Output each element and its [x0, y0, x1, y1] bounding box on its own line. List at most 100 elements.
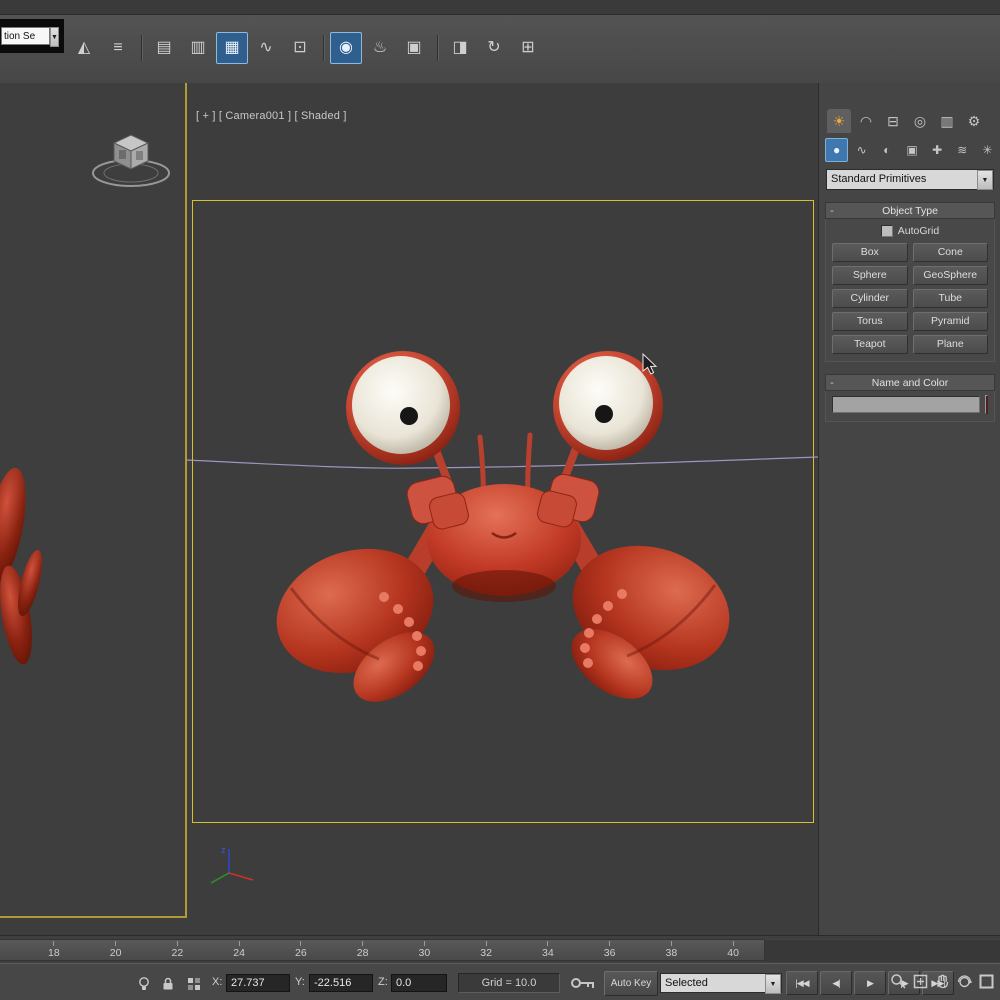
render-setup-icon[interactable]: ♨ — [364, 32, 396, 64]
render-production-icon[interactable]: ◨ — [444, 32, 476, 64]
zoom-icon[interactable] — [889, 972, 908, 991]
frame-tick — [238, 941, 240, 946]
tab-create[interactable]: ☀ — [827, 109, 851, 133]
frame-label: 20 — [109, 947, 122, 959]
category-systems-icon[interactable]: ✳ — [976, 138, 999, 162]
zoom-extents-icon[interactable] — [911, 972, 930, 991]
auto-key-button[interactable]: Auto Key — [604, 971, 658, 996]
crab-model[interactable] — [260, 351, 745, 716]
category-cameras-icon[interactable]: ▣ — [900, 138, 923, 162]
layer-manager-icon[interactable]: ▤ — [148, 32, 180, 64]
set-key-icon[interactable] — [570, 973, 596, 992]
selection-lock-icon[interactable] — [158, 974, 177, 993]
x-coordinate-field[interactable]: 27.737 — [226, 974, 290, 992]
chevron-down-icon[interactable]: ▼ — [765, 974, 781, 994]
sphere-button[interactable]: Sphere — [832, 266, 908, 285]
ribbon-toggle-icon[interactable]: ▦ — [216, 32, 248, 64]
align-icon[interactable]: ≡ — [102, 32, 134, 64]
frame-label: 26 — [295, 947, 307, 959]
command-panel: ☀ ◠ ⊟ ◎ ▥ ⚙ ● ∿ ◐ ▣ ✚ ≋ ✳ Standard Primi… — [818, 83, 1000, 935]
time-ruler[interactable]: 18 20 22 24 26 28 30 32 34 36 38 40 — [0, 939, 765, 961]
frame-label: 36 — [603, 947, 616, 959]
tube-button[interactable]: Tube — [912, 289, 988, 308]
curve-editor-icon[interactable]: ∿ — [250, 32, 282, 64]
rollout-object-type-header[interactable]: - Object Type — [825, 202, 995, 219]
grid-size-readout: Grid = 10.0 — [458, 973, 560, 993]
primitive-category-dropdown[interactable]: Standard Primitives ▼ — [826, 169, 994, 190]
tab-hierarchy[interactable]: ⊟ — [881, 109, 905, 133]
tab-modify[interactable]: ◠ — [854, 109, 878, 133]
chevron-down-icon[interactable]: ▼ — [977, 170, 993, 190]
plane-button[interactable]: Plane — [912, 335, 988, 354]
mirror-icon[interactable]: ◭ — [68, 32, 100, 64]
named-selection-set-combo[interactable]: ▼ — [1, 27, 59, 47]
collapse-icon[interactable]: - — [826, 377, 838, 389]
frame-tick — [609, 941, 611, 946]
z-coordinate-field[interactable]: 0.0 — [391, 974, 447, 992]
left-viewport[interactable] — [0, 83, 187, 918]
play-button[interactable]: ▶ — [854, 971, 886, 995]
frame-label: 24 — [233, 947, 245, 959]
frame-tick — [732, 941, 734, 946]
track-bar-right — [765, 939, 1000, 962]
box-button[interactable]: Box — [832, 243, 908, 262]
pan-icon[interactable] — [933, 972, 952, 991]
previous-frame-button[interactable]: ◀| — [820, 971, 852, 995]
go-to-start-button[interactable]: |◀◀ — [786, 971, 818, 995]
dropdown-selected-value: Selected — [665, 977, 708, 989]
pyramid-button[interactable]: Pyramid — [912, 312, 988, 331]
frame-label: 34 — [542, 947, 554, 959]
world-axis-tripod: z — [210, 845, 254, 884]
category-geometry-icon[interactable]: ● — [825, 138, 849, 162]
material-editor-icon[interactable]: ◉ — [330, 32, 362, 64]
collapse-icon[interactable]: - — [826, 205, 838, 217]
uvw-editor-icon[interactable]: ⊞ — [512, 32, 544, 64]
command-panel-tabs: ☀ ◠ ⊟ ◎ ▥ ⚙ — [827, 107, 1000, 135]
render-iterative-icon[interactable]: ↻ — [478, 32, 510, 64]
autogrid-checkbox[interactable] — [880, 224, 893, 237]
torus-button[interactable]: Torus — [832, 312, 908, 331]
category-lights-icon[interactable]: ◐ — [875, 138, 898, 162]
object-type-buttons: Box Cone Sphere GeoSphere Cylinder Tube … — [832, 243, 988, 354]
scene-explorer-icon[interactable]: ▥ — [182, 32, 214, 64]
absolute-mode-icon[interactable] — [184, 974, 203, 993]
cylinder-button[interactable]: Cylinder — [832, 289, 908, 308]
object-color-swatch[interactable] — [985, 395, 988, 414]
camera-viewport-scene — [187, 351, 818, 716]
schematic-view-icon[interactable]: ⊡ — [284, 32, 316, 64]
teapot-button[interactable]: Teapot — [832, 335, 908, 354]
object-name-field[interactable] — [832, 396, 980, 413]
named-selection-set-input[interactable] — [1, 27, 50, 45]
viewport-area: [ + ] [ Camera001 ] [ Shaded ] z ☀ ◠ ⊟ ◎… — [0, 83, 1000, 935]
geosphere-button[interactable]: GeoSphere — [912, 266, 988, 285]
frame-label: 28 — [356, 947, 369, 959]
category-space-warps-icon[interactable]: ≋ — [951, 138, 974, 162]
dropdown-selected-value: Standard Primitives — [831, 173, 927, 185]
frame-tick — [176, 941, 178, 946]
y-coordinate-field[interactable]: -22.516 — [309, 974, 373, 992]
y-coordinate-label: Y: — [295, 976, 305, 988]
rollout-title: Object Type — [882, 204, 938, 217]
tab-display[interactable]: ▥ — [935, 109, 959, 133]
rollout-name-color-header[interactable]: - Name and Color — [825, 374, 995, 391]
3dsmax-window: ▼ ◭ ≡ ▤ ▥ ▦ ∿ ⊡ ◉ ♨ ▣ ◨ ↻ ⊞ — [0, 0, 1000, 1000]
chevron-down-icon[interactable]: ▼ — [50, 27, 59, 47]
orbit-icon[interactable] — [955, 972, 974, 991]
status-bar: X: 27.737 Y: -22.516 Z: 0.0 Grid = 10.0 … — [0, 963, 1000, 1000]
category-shapes-icon[interactable]: ∿ — [850, 138, 873, 162]
crab-claw-fragment[interactable] — [0, 465, 44, 685]
tab-utilities[interactable]: ⚙ — [962, 109, 986, 133]
camera-viewport[interactable]: [ + ] [ Camera001 ] [ Shaded ] z — [187, 83, 818, 935]
z-coordinate-label: Z: — [378, 976, 388, 988]
crab-eye-left — [346, 351, 460, 465]
maximize-viewport-icon[interactable] — [977, 972, 996, 991]
tab-motion[interactable]: ◎ — [908, 109, 932, 133]
category-helpers-icon[interactable]: ✚ — [926, 138, 949, 162]
cone-button[interactable]: Cone — [912, 243, 988, 262]
dummy-helper-gizmo[interactable] — [86, 123, 176, 193]
isolate-selection-icon[interactable] — [134, 974, 153, 993]
frame-label: 22 — [171, 947, 184, 959]
rendered-frame-window-icon[interactable]: ▣ — [398, 32, 430, 64]
key-filter-dropdown[interactable]: Selected ▼ — [660, 973, 782, 994]
toolbar-icon-row: ◭ ≡ ▤ ▥ ▦ ∿ ⊡ ◉ ♨ ▣ ◨ ↻ ⊞ — [68, 31, 546, 65]
